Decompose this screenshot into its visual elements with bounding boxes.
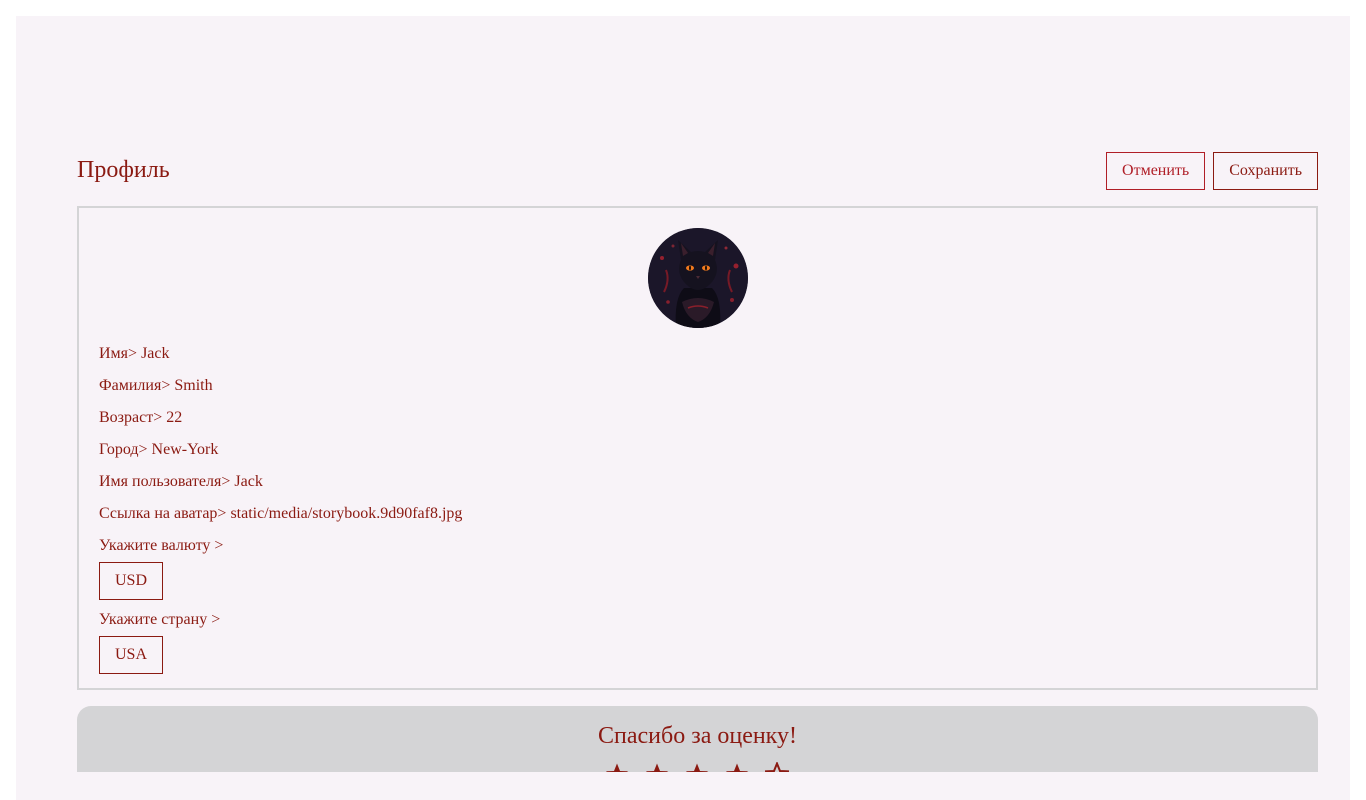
rating-panel: Спасибо за оценку! — [77, 706, 1318, 772]
country-select[interactable]: USA — [99, 636, 163, 674]
field-label: Фамилия> — [99, 377, 171, 394]
field-label: Ссылка на аватар> — [99, 505, 227, 522]
country-label: Укажите страну > — [99, 611, 221, 628]
field-last-name: Фамилия> Smith — [99, 370, 1279, 402]
field-age: Возраст> 22 — [99, 402, 1279, 434]
star-icon[interactable] — [765, 762, 789, 772]
profile-header: Профиль Отменить Сохранить — [77, 152, 1318, 190]
currency-label: Укажите валюту > — [99, 537, 224, 554]
rating-stars — [605, 762, 789, 772]
star-icon[interactable] — [605, 762, 629, 772]
avatar — [648, 228, 748, 328]
rating-title: Спасибо за оценку! — [598, 723, 797, 749]
field-value: Jack — [141, 345, 170, 362]
profile-page: Профиль Отменить Сохранить Имя> Jack Фам… — [77, 16, 1318, 800]
page-title: Профиль — [77, 157, 170, 183]
star-icon[interactable] — [725, 762, 749, 772]
profile-card: Имя> Jack Фамилия> Smith Возраст> 22 Город>… — [77, 206, 1318, 690]
cat-avatar-icon — [648, 228, 748, 328]
field-value: Smith — [174, 377, 213, 394]
field-value: static/media/storybook.9d90faf8.jpg — [230, 505, 463, 522]
field-label: Имя> — [99, 345, 138, 362]
field-value: New-York — [151, 441, 219, 458]
save-button[interactable]: Сохранить — [1213, 152, 1318, 190]
star-icon[interactable] — [685, 762, 709, 772]
field-username: Имя пользователя> Jack — [99, 466, 1279, 498]
field-value: 22 — [166, 409, 183, 426]
field-avatar-link: Ссылка на аватар> static/media/storybook.… — [99, 498, 1279, 530]
header-actions: Отменить Сохранить — [1106, 152, 1318, 190]
field-label: Город> — [99, 441, 148, 458]
field-value: Jack — [234, 473, 263, 490]
field-label: Имя пользователя> — [99, 473, 231, 490]
cancel-button[interactable]: Отменить — [1106, 152, 1206, 190]
currency-select[interactable]: USD — [99, 562, 163, 600]
field-first-name: Имя> Jack — [99, 338, 1279, 370]
field-label: Возраст> — [99, 409, 163, 426]
app-container: Профиль Отменить Сохранить Имя> Jack Фам… — [16, 16, 1350, 800]
profile-fields: Имя> Jack Фамилия> Smith Возраст> 22 Город>… — [99, 338, 1279, 678]
field-city: Город> New-York — [99, 434, 1279, 466]
star-icon[interactable] — [645, 762, 669, 772]
